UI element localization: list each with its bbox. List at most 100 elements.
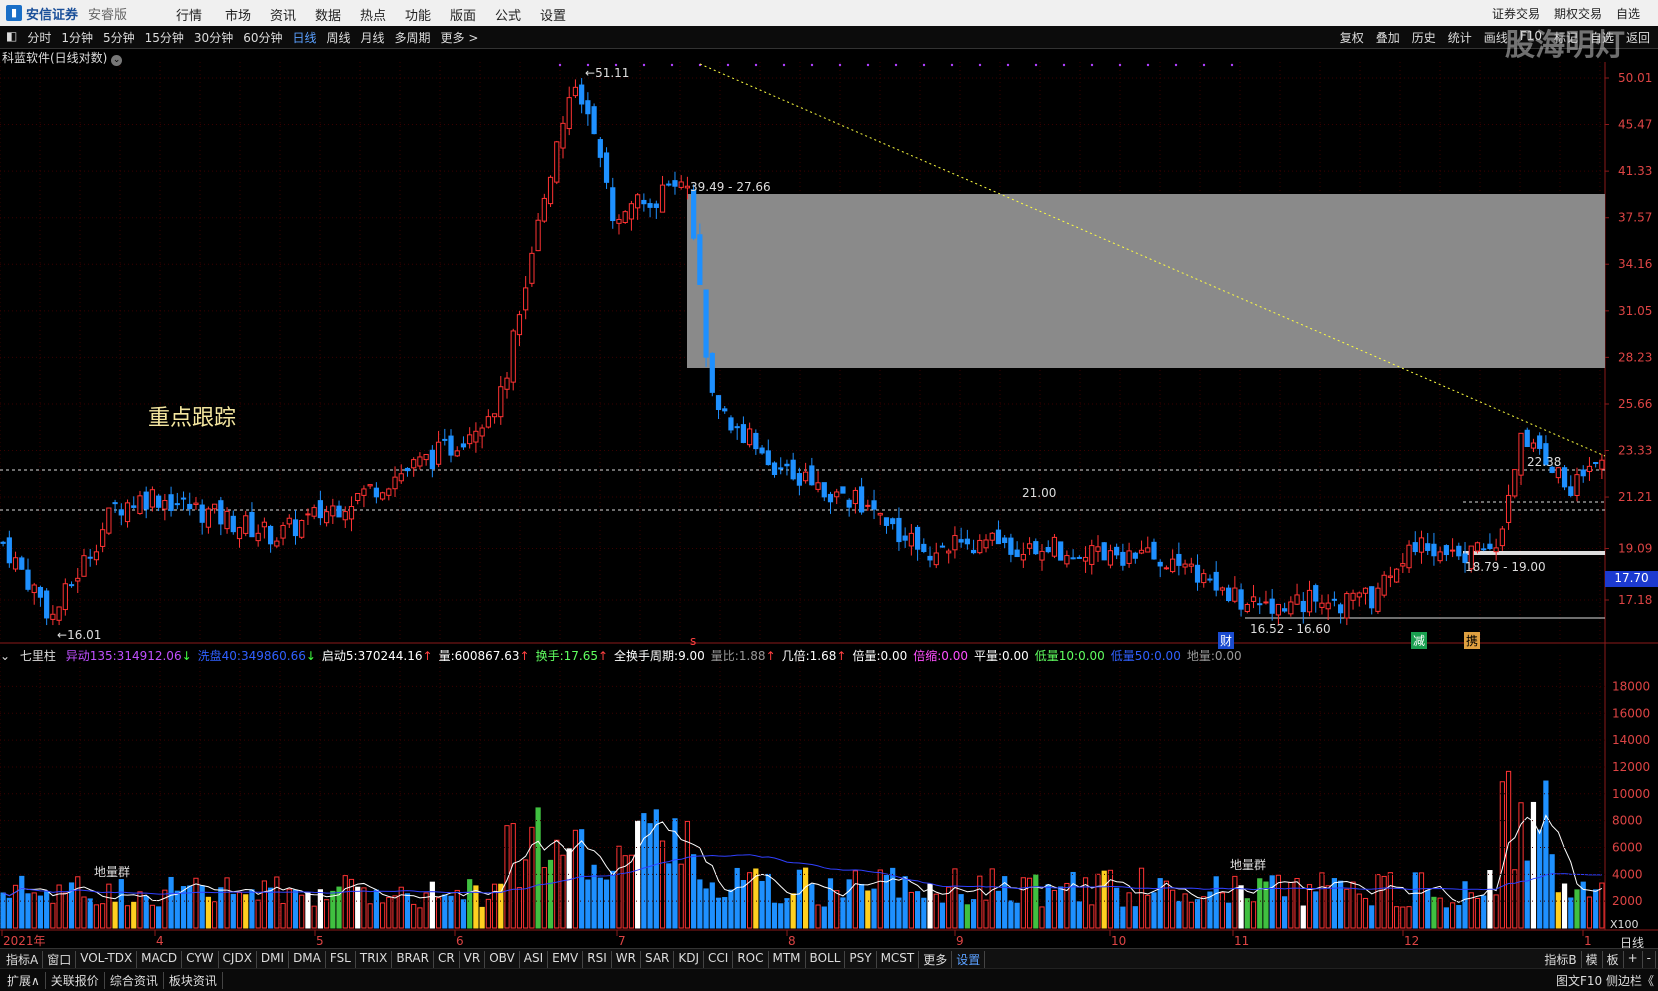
tab-indicator-27[interactable]: 设置 [952,951,986,968]
side-panel-toggle[interactable]: 图文F10 侧边栏《 [1556,972,1654,989]
stats-button[interactable]: 统计 [1448,29,1472,46]
candle-body [137,495,143,515]
back-button[interactable]: 返回 [1626,29,1650,46]
adjust-button[interactable]: 复权 [1340,29,1364,46]
tab-indicator-11[interactable]: CR [434,951,460,968]
tab-daily[interactable]: 日线 [292,29,316,46]
volume-bar [1045,884,1051,929]
tab-indicator-right-2[interactable]: 板 [1603,951,1624,968]
tab-indicator-13[interactable]: OBV [485,951,520,968]
volume-bar [1543,780,1549,929]
candle-body [1269,598,1275,614]
candle-body [1219,587,1226,591]
tab-indicator-20[interactable]: CCI [704,951,734,968]
tab-15min[interactable]: 15分钟 [145,29,184,46]
tab-indicator-23[interactable]: BOLL [806,951,846,968]
tab-indicator-4[interactable]: CYW [182,951,219,968]
tab-indicator-3[interactable]: MACD [137,951,183,968]
tab-indicator-2[interactable]: VOL-TDX [76,951,138,968]
tab-indicator-18[interactable]: SAR [641,951,675,968]
menu-item-layout[interactable]: 版面 [450,5,476,24]
volume-bar [1026,877,1033,929]
menu-item-markets[interactable]: 市场 [225,5,251,24]
tab-indicator-15[interactable]: EMV [548,951,584,968]
tab-bottom-3[interactable]: 板块资讯 [164,972,223,989]
tab-indicator-0[interactable]: 指标A [2,951,44,968]
tab-indicator-right-3[interactable]: + [1624,951,1643,968]
tab-indicator-8[interactable]: FSL [326,951,356,968]
menu-item-settings[interactable]: 设置 [540,5,566,24]
candle-body [666,183,672,186]
volume-bar [435,897,442,929]
candle-body [112,502,118,505]
volume-bar [641,813,647,929]
chevron-down-icon[interactable]: ⌄ [111,55,123,66]
tab-indicator-17[interactable]: WR [612,951,641,968]
volume-bar [547,859,554,929]
tab-indicator-19[interactable]: KDJ [674,951,705,968]
volume-bar [579,829,585,929]
tab-monthly[interactable]: 月线 [361,29,385,46]
tab-60min[interactable]: 60分钟 [243,29,282,46]
tab-multi-period[interactable]: 多周期 [395,29,431,46]
menu-item-functions[interactable]: 功能 [405,5,431,24]
chart-area[interactable]: 50.01 45.47 41.33 37.57 34.16 31.05 28.23 25.66… [0,48,1658,948]
candle-body [274,540,280,547]
volume-bar [280,902,286,929]
tab-indicator-21[interactable]: ROC [733,951,769,968]
tab-indicator-6[interactable]: DMI [257,951,290,968]
candle-body [1145,547,1151,553]
tab-bottom-0[interactable]: 扩展∧ [2,972,46,989]
volume-collapse-icon[interactable]: ⌄ [0,649,10,663]
candle-body [1449,549,1456,552]
vol-tick-label: 8000 [1612,814,1643,828]
volume-bar [890,867,896,929]
volume-bar [1493,894,1499,929]
tab-more[interactable]: 更多 > [441,29,479,46]
history-button[interactable]: 历史 [1412,29,1436,46]
volume-bar [81,896,87,929]
candle-body [31,584,37,594]
volume-bar [442,894,448,929]
volume-indicator-name[interactable]: 七里柱 [20,649,56,663]
tab-5min[interactable]: 5分钟 [103,29,135,46]
tab-indicator-9[interactable]: TRIX [356,951,393,968]
time-tick-label: 2021年 [3,934,46,948]
tab-indicator-12[interactable]: VR [460,951,486,968]
tab-indicator-5[interactable]: CJDX [219,951,257,968]
tab-indicator-14[interactable]: ASI [520,951,549,968]
overlay-button[interactable]: 叠加 [1376,29,1400,46]
menu-item-data[interactable]: 数据 [315,5,341,24]
tab-indicator-25[interactable]: MCST [877,951,920,968]
tab-indicator-1[interactable]: 窗口 [43,951,77,968]
tab-indicator-right-4[interactable]: - [1643,951,1656,968]
tab-indicator-right-0[interactable]: 指标B [1540,951,1582,968]
tab-indicator-26[interactable]: 更多 [919,951,953,968]
tab-indicator-7[interactable]: DMA [289,951,326,968]
candle-body [156,495,162,508]
candle-body [149,489,156,508]
tab-indicator-22[interactable]: MTM [769,951,806,968]
menu-item-news[interactable]: 资讯 [270,5,296,24]
tab-weekly[interactable]: 周线 [327,29,351,46]
tab-indicator-10[interactable]: BRAR [392,951,434,968]
menu-item-market[interactable]: 行情 [176,5,202,24]
vol-tick-label: 4000 [1612,867,1643,881]
menu-item-formula[interactable]: 公式 [495,5,521,24]
volume-bar [1331,878,1337,929]
tab-indicator-24[interactable]: PSY [845,951,877,968]
tab-1min[interactable]: 1分钟 [61,29,93,46]
tab-bottom-2[interactable]: 综合资讯 [105,972,164,989]
tab-bottom-1[interactable]: 关联报价 [46,972,105,989]
tab-indicator-right-1[interactable]: 模 [1582,951,1603,968]
tab-indicator-16[interactable]: RSI [583,951,612,968]
menu-item-hot[interactable]: 热点 [360,5,386,24]
signal-dot [1062,63,1066,67]
volume-bar [1145,894,1151,929]
tab-time-share[interactable]: 分时 [27,29,51,46]
volume-bar [796,869,802,929]
candle-body [635,194,641,209]
volume-header: ⌄ 七里柱 异动135:314912.06↓ 洗盘40:349860.66↓ 启动5… [0,647,1610,665]
tab-30min[interactable]: 30分钟 [194,29,233,46]
sidebar-toggle-icon[interactable]: ◧ [6,29,17,46]
